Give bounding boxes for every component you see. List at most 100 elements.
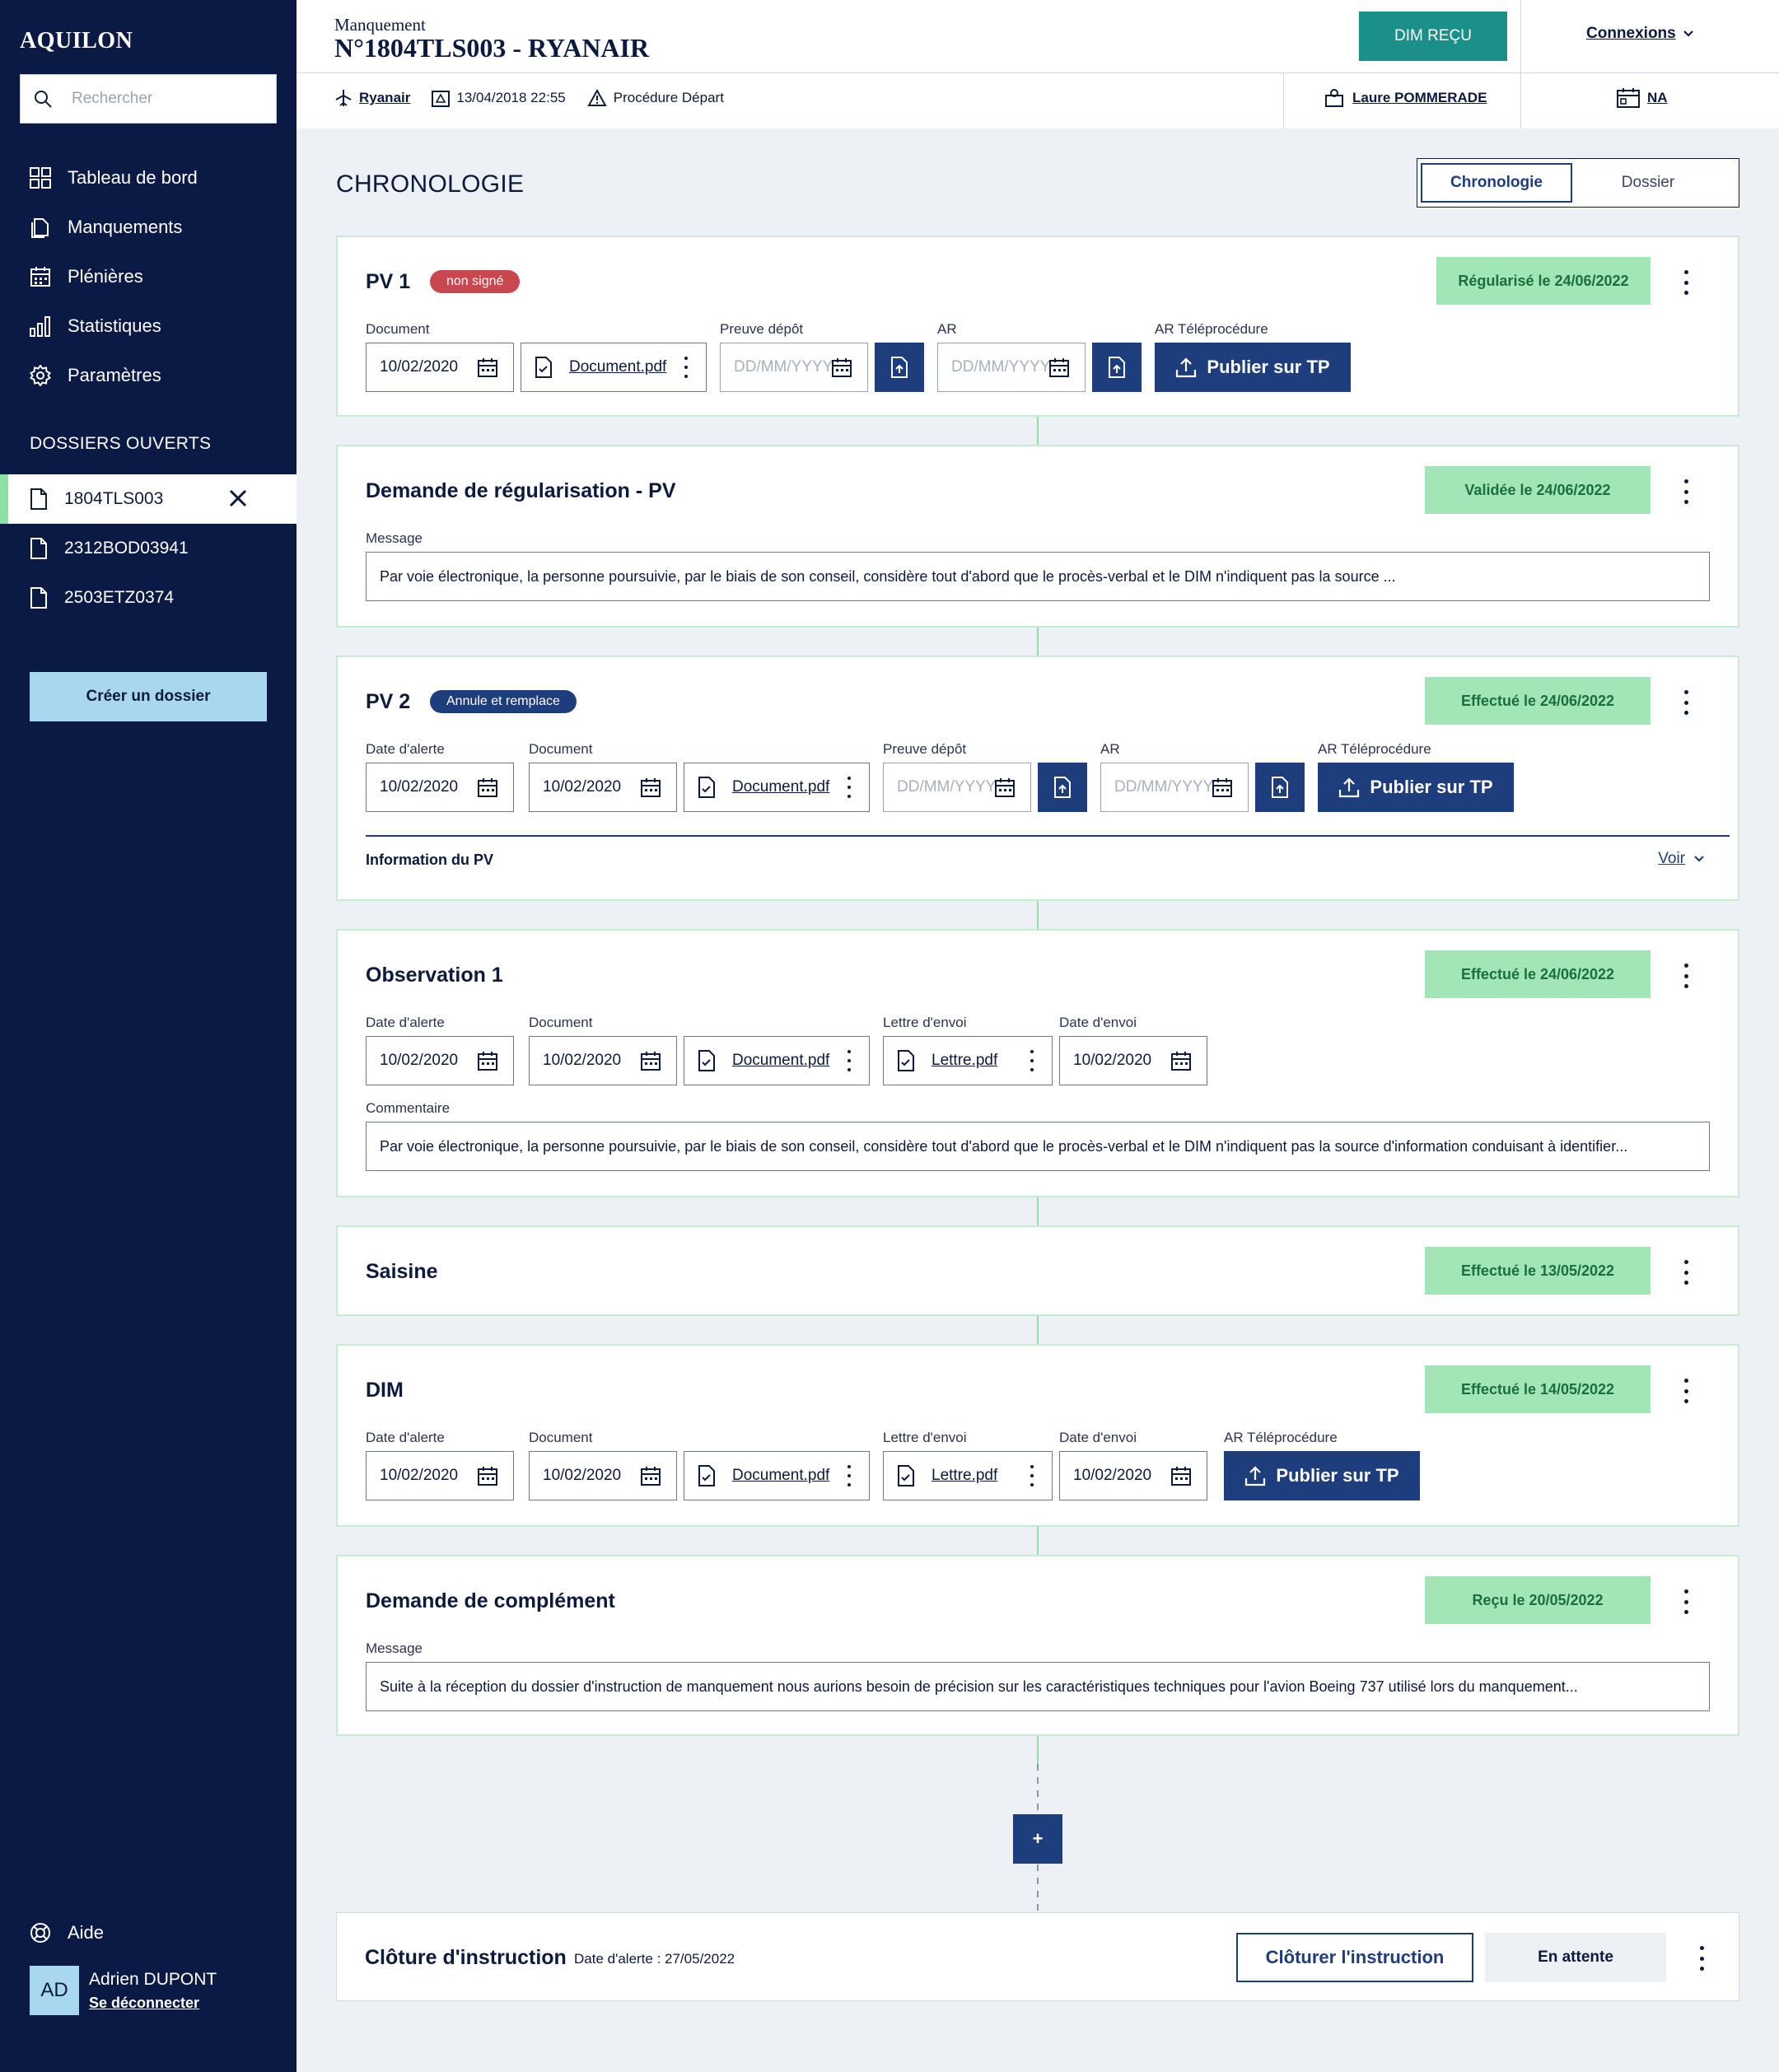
more-options-icon[interactable] (1682, 1379, 1690, 1403)
company-link[interactable]: Ryanair (359, 90, 410, 106)
upload-icon (1175, 357, 1197, 378)
nav-item-dashboard[interactable]: Tableau de bord (0, 153, 296, 203)
calendar-icon[interactable] (994, 777, 1016, 799)
dossier-item[interactable]: 2312BOD03941 (0, 524, 296, 573)
document-link[interactable]: Document.pdf (732, 1467, 829, 1485)
search-input[interactable] (72, 90, 261, 108)
more-options-icon[interactable] (1030, 1050, 1034, 1071)
document-field[interactable]: Document.pdf (684, 763, 870, 812)
nav-label: Manquements (68, 217, 183, 237)
calendar-icon[interactable] (1170, 1051, 1192, 1072)
publish-tp-button[interactable]: Publier sur TP (1155, 343, 1351, 392)
publish-tp-button[interactable]: Publier sur TP (1224, 1451, 1420, 1500)
nav-item-statistiques[interactable]: Statistiques (0, 301, 296, 351)
calendar-icon[interactable] (640, 1466, 661, 1487)
upload-file-button[interactable] (1038, 763, 1087, 812)
upload-icon (1244, 1465, 1266, 1486)
dossier-item[interactable]: 2503ETZ0374 (0, 573, 296, 623)
document-link[interactable]: Document.pdf (732, 778, 829, 796)
calendar-icon[interactable] (640, 777, 661, 799)
document-date-field[interactable]: 10/02/2020 (529, 763, 677, 812)
document-field[interactable]: Document.pdf (521, 343, 707, 392)
inspector-link[interactable]: Laure POMMERADE (1324, 89, 1487, 107)
document-date-field[interactable]: 10/02/2020 (529, 1451, 677, 1500)
alert-date-text: Date d'alerte : 27/05/2022 (574, 1951, 735, 1967)
calendar-icon[interactable] (640, 1051, 661, 1072)
close-icon[interactable] (229, 489, 247, 507)
lettre-link[interactable]: Lettre.pdf (932, 1467, 997, 1485)
help-link[interactable]: Aide (30, 1922, 104, 1944)
calendar-icon[interactable] (831, 357, 852, 379)
more-options-icon[interactable] (847, 777, 851, 798)
logout-link[interactable]: Se déconnecter (89, 1995, 217, 2012)
ar-date-field[interactable]: DD/MM/YYYY (1100, 763, 1249, 812)
comment-field[interactable]: Par voie électronique, la personne pours… (366, 1122, 1710, 1171)
document-field[interactable]: Document.pdf (684, 1036, 870, 1085)
dossier-label: 2312BOD03941 (64, 539, 189, 558)
more-options-icon[interactable] (1682, 1589, 1690, 1614)
calendar-icon[interactable] (1212, 777, 1233, 799)
lettre-link[interactable]: Lettre.pdf (932, 1052, 997, 1070)
dim-recu-button[interactable]: DIM REÇU (1359, 12, 1507, 61)
status-chip: Effectué le 14/05/2022 (1425, 1365, 1651, 1413)
more-options-icon[interactable] (1682, 964, 1690, 988)
tab-dossier[interactable]: Dossier (1572, 163, 1724, 203)
na-link[interactable]: NA (1616, 87, 1668, 109)
more-options-icon[interactable] (1682, 1260, 1690, 1285)
nav-item-plenieres[interactable]: Plénières (0, 252, 296, 301)
document-link[interactable]: Document.pdf (732, 1052, 829, 1070)
upload-file-button[interactable] (875, 343, 924, 392)
calendar-icon[interactable] (477, 357, 498, 379)
upload-file-icon (890, 357, 908, 378)
publish-tp-button[interactable]: Publier sur TP (1318, 763, 1514, 812)
preuve-date-field[interactable]: DD/MM/YYYY (720, 343, 868, 392)
tab-chronologie[interactable]: Chronologie (1421, 163, 1572, 203)
lettre-field[interactable]: Lettre.pdf (883, 1451, 1053, 1500)
lettre-field[interactable]: Lettre.pdf (883, 1036, 1053, 1085)
envoi-date-field[interactable]: 10/02/2020 (1059, 1036, 1207, 1085)
dossier-label: 1804TLS003 (64, 489, 164, 508)
field-label: Preuve dépôt (883, 741, 967, 757)
calendar-icon[interactable] (1170, 1466, 1192, 1487)
more-options-icon[interactable] (847, 1465, 851, 1486)
nav-label: Plénières (68, 266, 143, 287)
calendar-icon[interactable] (477, 1051, 498, 1072)
more-options-icon[interactable] (1682, 479, 1690, 504)
card-title: DIM (366, 1379, 404, 1402)
connexions-dropdown[interactable]: Connexions (1586, 25, 1694, 43)
preuve-date-field[interactable]: DD/MM/YYYY (883, 763, 1031, 812)
create-dossier-button[interactable]: Créer un dossier (30, 672, 267, 721)
envoi-date-field[interactable]: 10/02/2020 (1059, 1451, 1207, 1500)
add-step-button[interactable]: + (1013, 1814, 1062, 1864)
upload-file-button[interactable] (1092, 343, 1142, 392)
dossier-item-active[interactable]: 1804TLS003 (0, 474, 296, 524)
calendar-icon[interactable] (477, 777, 498, 799)
calendar-icon[interactable] (477, 1466, 498, 1487)
more-options-icon[interactable] (1682, 270, 1690, 295)
document-check-icon (698, 1050, 716, 1071)
message-field[interactable]: Par voie électronique, la personne pours… (366, 552, 1710, 601)
more-options-icon[interactable] (847, 1050, 851, 1071)
alert-date-field[interactable]: 10/02/2020 (366, 763, 514, 812)
more-options-icon[interactable] (1697, 1946, 1706, 1971)
ar-date-field[interactable]: DD/MM/YYYY (937, 343, 1086, 392)
message-field[interactable]: Suite à la réception du dossier d'instru… (366, 1662, 1710, 1711)
upload-file-button[interactable] (1255, 763, 1305, 812)
nav-item-parametres[interactable]: Paramètres (0, 351, 296, 400)
document-date-field[interactable]: 10/02/2020 (529, 1036, 677, 1085)
more-options-icon[interactable] (1682, 690, 1690, 715)
voir-toggle[interactable]: Voir (1658, 850, 1705, 868)
calendar-icon[interactable] (1048, 357, 1070, 379)
nav-item-manquements[interactable]: Manquements (0, 203, 296, 252)
close-instruction-button[interactable]: Clôturer l'instruction (1236, 1933, 1473, 1982)
date-field[interactable]: 10/02/2020 (366, 343, 514, 392)
more-options-icon[interactable] (1030, 1465, 1034, 1486)
alert-date-field[interactable]: 10/02/2020 (366, 1451, 514, 1500)
search-box[interactable] (20, 74, 277, 124)
document-field[interactable]: Document.pdf (684, 1451, 870, 1500)
document-check-icon (897, 1465, 915, 1486)
brand-logo[interactable]: AQUILON (20, 28, 133, 54)
document-link[interactable]: Document.pdf (569, 358, 666, 376)
more-options-icon[interactable] (684, 357, 688, 378)
alert-date-field[interactable]: 10/02/2020 (366, 1036, 514, 1085)
